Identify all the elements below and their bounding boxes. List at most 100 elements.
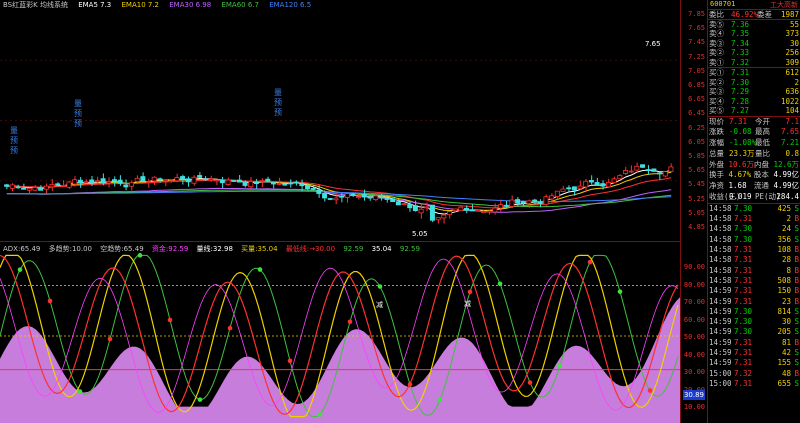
- candle-body: [645, 169, 651, 171]
- tick-direction: B: [794, 368, 799, 378]
- stock-header: 600701 工大高新: [708, 0, 800, 9]
- candle-body: [191, 176, 197, 184]
- signal-dot: [137, 253, 143, 258]
- ask-row: 卖④ 7.35 373: [708, 29, 800, 39]
- tick-volume: 42: [781, 348, 791, 358]
- stat-value: 284.4: [776, 192, 799, 202]
- candle-body: [253, 182, 259, 185]
- signal-dot: [407, 382, 413, 387]
- tick-volume: 8: [786, 265, 791, 275]
- candle-body: [628, 170, 634, 173]
- tick-direction: S: [794, 358, 799, 368]
- price-axis-label: 7.45: [688, 38, 705, 47]
- bid-row: 买④ 7.28 1022: [708, 97, 800, 107]
- indicator-chart[interactable]: ADX:65.49 多趋势:10.00 空趋势:65.49 资金:92.59 量…: [0, 241, 681, 423]
- tick-list[interactable]: 14:58 7.30 425 S 14:58 7.31 2 B 14:58 7.30 24 S 14:5…: [708, 202, 800, 389]
- tick-price: 7.30: [734, 306, 753, 316]
- candle-body: [248, 181, 254, 188]
- level-price: 7.30: [731, 77, 750, 87]
- stock-name[interactable]: 工大高新: [770, 0, 798, 9]
- signal-dot: [47, 298, 53, 304]
- tick-row: 14:58 7.31 108 B: [708, 245, 800, 255]
- price-axis-label: 6.65: [688, 95, 705, 104]
- candle-body: [594, 182, 600, 186]
- tick-direction: B: [794, 275, 799, 285]
- price-axis-label: 4.85: [688, 223, 705, 231]
- level-volume: 1022: [780, 96, 799, 106]
- tick-volume: 655: [777, 378, 791, 388]
- candle-body: [293, 181, 299, 184]
- tick-row: 14:58 7.31 508 B: [708, 276, 800, 286]
- candle-body: [577, 185, 583, 190]
- signal-dot: [287, 358, 293, 364]
- signal-dot: [587, 259, 593, 265]
- candle-body: [180, 176, 186, 180]
- weibi-label: 委比: [709, 10, 724, 19]
- candle-body: [9, 184, 15, 189]
- candle-body: [464, 207, 469, 211]
- tick-direction: B: [794, 255, 799, 265]
- candle-body: [640, 164, 646, 168]
- stock-code[interactable]: 600701: [710, 0, 735, 9]
- indicator-axis-label: 30.00: [683, 368, 705, 376]
- candle-body: [151, 176, 157, 182]
- tick-time: 14:58: [709, 234, 732, 244]
- stat-value: 23.3万: [729, 148, 755, 158]
- stat-value: 4.99亿: [773, 170, 800, 180]
- tick-direction: B: [794, 265, 799, 275]
- stat-label: PE(动): [755, 192, 781, 202]
- tick-row: 14:58 7.31 8 B: [708, 266, 800, 276]
- candle-body: [543, 196, 549, 205]
- candle-body: [305, 184, 311, 190]
- candle-body: [554, 190, 560, 197]
- candle-body: [634, 165, 640, 171]
- candle-body: [94, 180, 100, 183]
- tick-volume: 150: [777, 286, 791, 296]
- candlestick-chart[interactable]: BS红蓝彩K 均线系统 EMA5 7.3 EMA10 7.2 EMA30 6.9…: [0, 0, 681, 241]
- stat-row: 现价 7.31 今开 7.1: [708, 117, 800, 128]
- candle-body: [339, 195, 345, 198]
- candle-body: [265, 178, 271, 182]
- level-label: 卖③: [709, 38, 724, 48]
- candle-body: [89, 179, 95, 184]
- tick-volume: 814: [777, 306, 791, 316]
- tick-row: 14:59 7.30 205 S: [708, 327, 800, 337]
- candle-body: [526, 200, 532, 204]
- level-label: 买①: [709, 68, 724, 77]
- level-volume: 104: [785, 106, 799, 115]
- price-axis-label: 5.05: [688, 208, 705, 217]
- stat-label: 换手: [709, 170, 724, 180]
- candle-body: [424, 206, 430, 209]
- candle-body: [225, 179, 231, 185]
- level-label: 买④: [709, 96, 724, 106]
- signal-text: 量预预: [274, 88, 282, 117]
- level-label: 买③: [709, 87, 724, 96]
- candle-body: [435, 216, 441, 221]
- candle-body: [617, 175, 623, 180]
- candle-body: [140, 176, 146, 182]
- signal-dot: [377, 284, 383, 289]
- signal-dot: [557, 363, 563, 368]
- candle-body: [401, 203, 407, 206]
- signal-dot: [617, 289, 623, 294]
- candle-body: [452, 208, 458, 212]
- signal-text: 量预预: [10, 126, 18, 155]
- candle-body: [333, 197, 339, 201]
- stat-value: 7.21: [780, 138, 799, 148]
- candle-body: [157, 178, 163, 181]
- candle-body: [509, 199, 515, 207]
- tick-row: 14:58 7.30 356 S: [708, 235, 800, 245]
- candle-body: [356, 196, 362, 198]
- candle-body: [662, 171, 668, 177]
- price-plot: [0, 59, 680, 224]
- candle-body: [219, 179, 225, 184]
- candle-body: [407, 204, 413, 209]
- tick-volume: 205: [777, 327, 791, 337]
- signal-dot: [107, 336, 113, 342]
- signal-dot: [197, 397, 203, 402]
- tick-direction: S: [794, 234, 799, 244]
- weibi-value: 46.92%: [731, 10, 759, 19]
- signal-dot: [77, 389, 83, 394]
- candle-body: [299, 183, 305, 187]
- candle-body: [146, 181, 152, 183]
